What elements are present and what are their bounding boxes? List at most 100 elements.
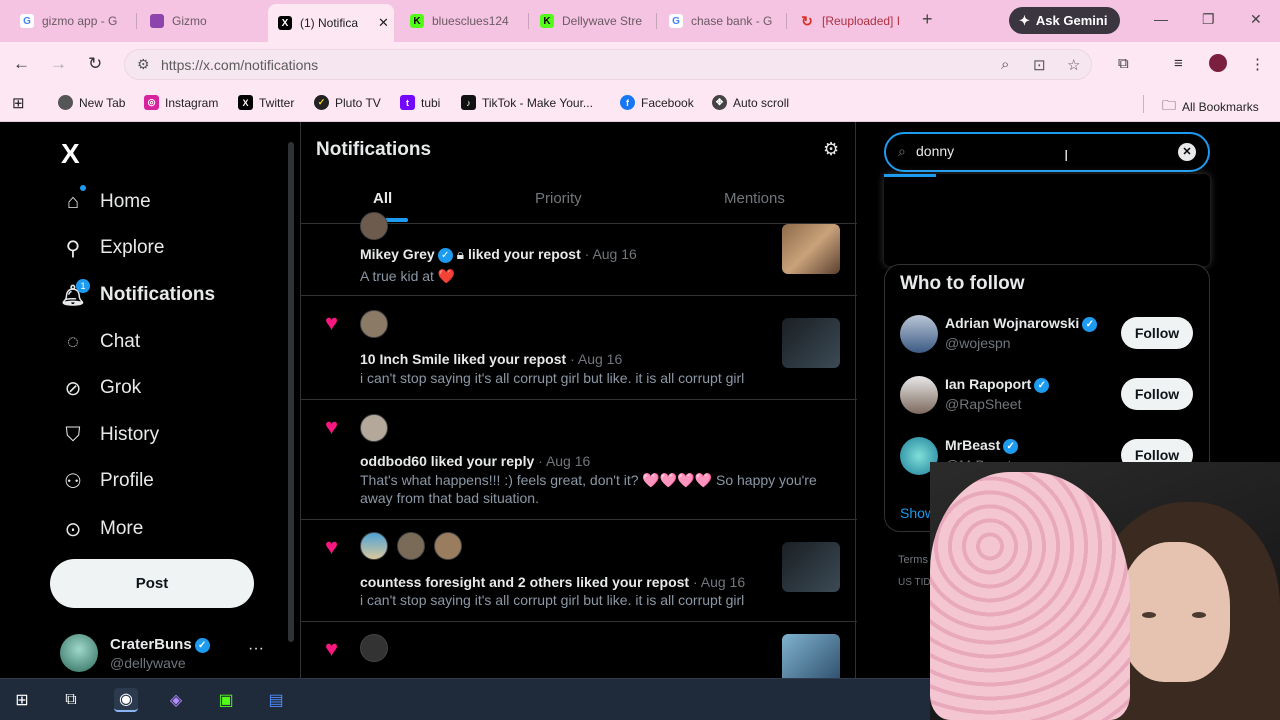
reload-icon[interactable]: ↻ [88, 54, 102, 74]
forward-icon[interactable]: → [50, 54, 67, 74]
site-info-icon[interactable]: ⚙ [137, 56, 150, 73]
browser-tab[interactable]: K Dellywave Stre [530, 6, 654, 36]
nav-profile[interactable]: ⚇ Profile [60, 463, 154, 499]
nav-home[interactable]: ⌂ Home [60, 184, 151, 220]
app-taskbar-icon[interactable]: ▤ [264, 688, 288, 712]
media-icon[interactable]: ≡ [1174, 55, 1183, 72]
close-tab-icon[interactable]: ✕ [378, 15, 389, 31]
notification-text: countess foresight and 2 others liked yo… [360, 574, 746, 590]
browser-tab[interactable]: G chase bank - G [659, 6, 783, 36]
clear-search-icon[interactable]: ✕ [1178, 143, 1196, 161]
list-item[interactable]: ♥ oddbod60 liked your reply · Aug 16 Tha… [301, 400, 857, 520]
tab-all[interactable]: All [373, 190, 392, 207]
browser-tab[interactable]: G gizmo app - G [10, 6, 130, 36]
nav-chat[interactable]: ◌ Chat [60, 324, 140, 360]
chrome-icon [58, 95, 73, 110]
avatar [900, 376, 938, 414]
instagram-icon: ◎ [144, 95, 159, 110]
discord-taskbar-icon[interactable]: ◈ [164, 688, 188, 712]
tiktok-icon: ♪ [461, 95, 476, 110]
list-item[interactable]: ♥ countess foresight and 2 others liked … [301, 520, 857, 622]
more-icon: ⊙ [64, 518, 82, 541]
bookmark-label: Facebook [641, 95, 694, 110]
zoom-icon[interactable]: ⌕ [1001, 56, 1009, 73]
bookmark-facebook[interactable]: f Facebook [620, 95, 694, 110]
notification-snippet: away from that bad situation. [360, 490, 539, 506]
close-window-icon[interactable]: ✕ [1250, 11, 1262, 28]
list-item[interactable]: Mikey Grey ✓ 🔒︎ liked your repost · Aug 1… [301, 212, 857, 296]
terms-link[interactable]: Terms [898, 554, 928, 566]
bookmark-pluto[interactable]: ✓ Pluto TV [314, 95, 381, 110]
scrollbar[interactable] [288, 142, 294, 642]
nav-grok[interactable]: ⊘ Grok [60, 370, 142, 406]
address-bar[interactable]: ⚙ https://x.com/notifications ⌕ ⊡ ☆ [124, 49, 1092, 80]
more-dots-icon[interactable]: ··· [248, 640, 264, 658]
account-handle: @dellywave [110, 655, 186, 671]
search-icon: ⚲ [65, 237, 81, 260]
bookmark-tiktok[interactable]: ♪ TikTok - Make Your... [461, 95, 593, 110]
bookmark-label: TikTok - Make Your... [482, 95, 593, 110]
browser-toolbar: ← → ↻ ⚙ https://x.com/notifications ⌕ ⊡ … [0, 42, 1280, 86]
browser-tab-active[interactable]: X (1) Notifica ✕ [268, 4, 394, 42]
webcam-overlay [930, 462, 1280, 720]
avatar [397, 532, 425, 560]
avatar [60, 634, 98, 672]
task-view-icon[interactable]: ⧉ [59, 688, 83, 712]
browser-tab[interactable]: K bluesclues124 [400, 6, 524, 36]
x-logo[interactable]: X [61, 138, 80, 170]
tab-priority[interactable]: Priority [535, 190, 582, 207]
bookmark-star-icon[interactable]: ☆ [1067, 56, 1080, 74]
page-title: Notifications [316, 139, 432, 160]
browser-tab[interactable]: Gizmo [140, 6, 260, 36]
notification-snippet: i can't stop saying it's all corrupt gir… [360, 370, 745, 386]
minimize-icon[interactable]: — [1154, 11, 1168, 27]
follow-button[interactable]: Follow [1121, 378, 1193, 410]
all-bookmarks[interactable]: 🗀 All Bookmarks [1162, 95, 1259, 119]
nav-label: More [100, 518, 144, 539]
back-icon[interactable]: ← [13, 54, 30, 74]
lock-icon: 🔒︎ [456, 246, 465, 262]
tab-title: [Reuploaded] I [822, 14, 901, 28]
avatar [360, 532, 388, 560]
gemini-label: Ask Gemini [1035, 13, 1108, 28]
account-switcher[interactable]: CraterBuns ✓ @dellywave ··· [60, 634, 272, 674]
chat-icon: ◌ [67, 330, 79, 353]
restore-icon[interactable]: ❐ [1202, 11, 1215, 28]
kick-icon: K [540, 14, 554, 28]
nav-more[interactable]: ⊙ More [60, 511, 144, 547]
notification-text: 10 Inch Smile liked your repost · Aug 16 [360, 351, 623, 367]
nav-history[interactable]: ⛉ History [60, 417, 160, 453]
post-button[interactable]: Post [50, 559, 254, 608]
windows-start-icon[interactable]: ⊞ [10, 688, 34, 712]
nav-explore[interactable]: ⚲ Explore [60, 230, 165, 266]
suggested-account[interactable]: Ian Rapoport ✓ @RapSheet Follow [900, 376, 1200, 420]
tab-mentions[interactable]: Mentions [724, 190, 785, 207]
avatar [360, 212, 388, 240]
chrome-taskbar-icon[interactable]: ◉ [114, 688, 138, 712]
follow-button[interactable]: Follow [1121, 317, 1193, 349]
bookmark-tubi[interactable]: t tubi [400, 95, 440, 110]
list-item[interactable]: ♥ [301, 622, 857, 684]
browser-tab-strip: G gizmo app - G Gizmo X (1) Notifica ✕ K… [0, 0, 1280, 42]
account-handle: @RapSheet [945, 396, 1022, 412]
google-icon: G [20, 14, 34, 28]
account-name: CraterBuns ✓ [110, 636, 210, 653]
profile-avatar[interactable] [1209, 54, 1227, 72]
bookmark-auto-scroll[interactable]: ✥ Auto scroll [712, 95, 789, 110]
list-item[interactable]: ♥ 10 Inch Smile liked your repost · Aug … [301, 296, 857, 400]
app-taskbar-icon[interactable]: ▣ [214, 688, 238, 712]
bookmark-new-tab[interactable]: New Tab [58, 95, 125, 110]
bookmark-instagram[interactable]: ◎ Instagram [144, 95, 218, 110]
browser-tab[interactable]: ↻ [Reuploaded] I [790, 6, 910, 36]
menu-icon[interactable]: ⋮ [1250, 55, 1265, 73]
gear-icon[interactable]: ⚙ [823, 139, 839, 160]
apps-icon[interactable]: ⊞ [12, 94, 25, 112]
install-icon[interactable]: ⊡ [1033, 56, 1046, 74]
bookmark-twitter[interactable]: X Twitter [238, 95, 294, 110]
new-tab-button[interactable]: + [922, 9, 933, 30]
extensions-icon[interactable]: ⧉ [1118, 55, 1129, 72]
search-input[interactable]: ⌕ donny ✕ [884, 132, 1210, 172]
ask-gemini-button[interactable]: ✦ Ask Gemini [1009, 7, 1120, 34]
suggested-account[interactable]: Adrian Wojnarowski ✓ @wojespn Follow [900, 315, 1200, 359]
bookmarks-bar: ⊞ New Tab ◎ Instagram X Twitter ✓ Pluto TV … [0, 86, 1280, 122]
